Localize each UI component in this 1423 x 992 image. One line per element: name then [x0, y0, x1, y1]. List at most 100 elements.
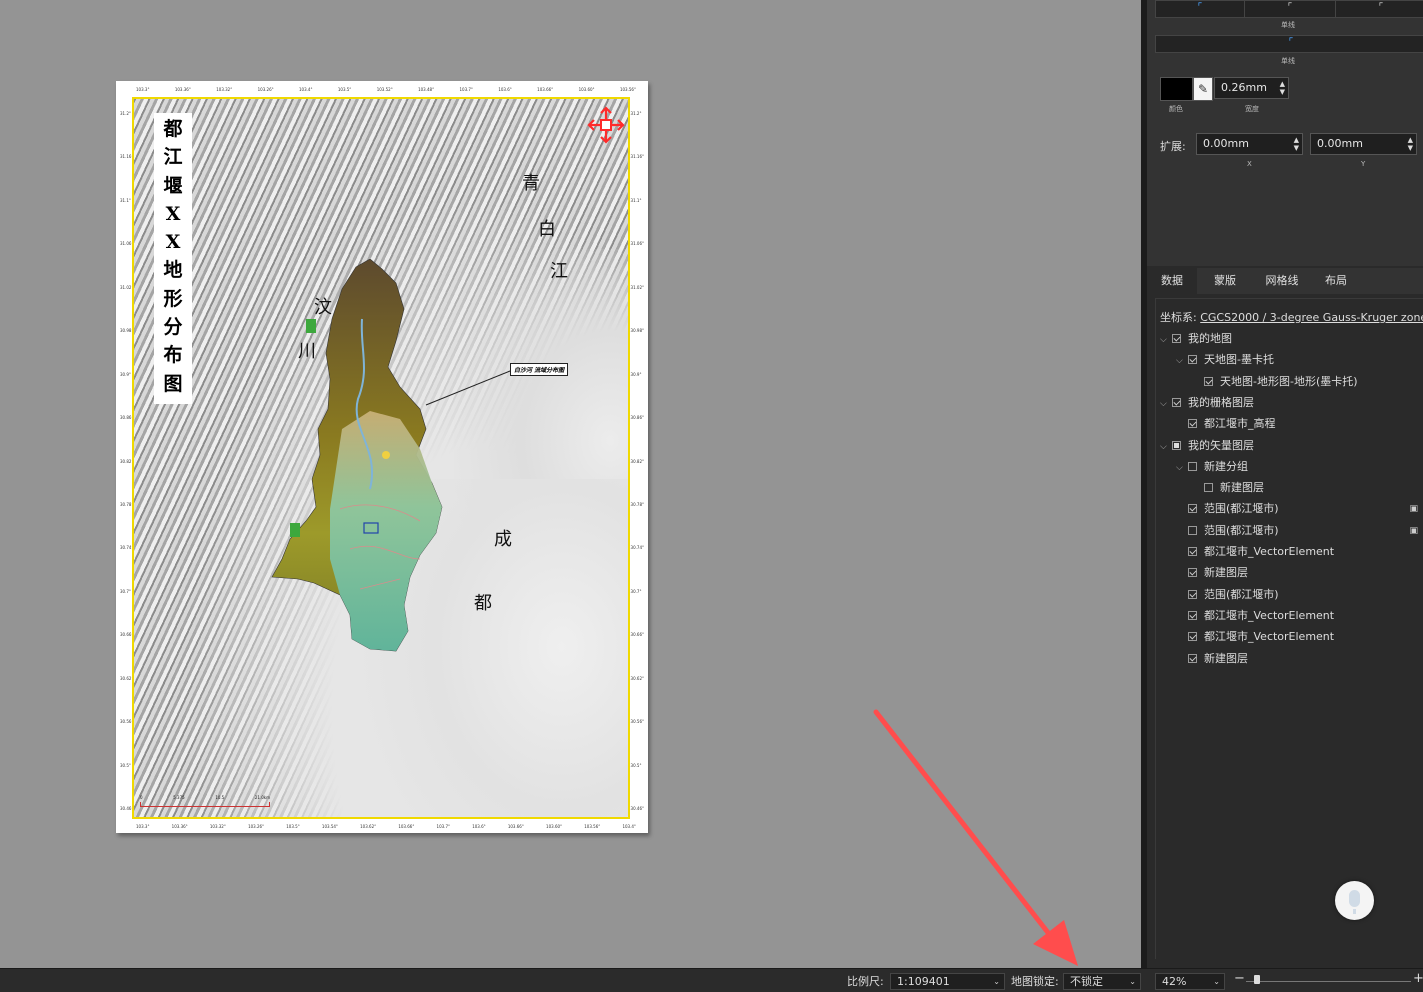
coordinate-tick: 103.3°	[136, 824, 150, 829]
layer-visibility-checkbox[interactable]	[1188, 632, 1197, 642]
layer-tree-item[interactable]: ⌵ 我的矢量图层	[1160, 436, 1423, 456]
layer-tree-item[interactable]: 新建图层	[1176, 649, 1423, 669]
chevron-down-icon[interactable]: ⌵	[1160, 330, 1172, 350]
title-char: X	[165, 202, 181, 225]
layer-tree-item[interactable]: 都江堰市_VectorElement	[1176, 606, 1423, 626]
extend-x-input[interactable]: 0.00mm ▲ ▼	[1196, 133, 1303, 155]
zoom-select[interactable]: 42% ⌄	[1155, 973, 1225, 990]
chevron-down-icon[interactable]: ⌵	[1160, 394, 1172, 414]
layer-tree-item[interactable]: 都江堰市_VectorElement	[1176, 542, 1423, 562]
coordinate-tick: 103.3°	[136, 87, 150, 92]
coordinate-tick: 103.66°	[398, 824, 415, 829]
layer-tree-item[interactable]: ⌵ 我的栅格图层	[1160, 393, 1423, 413]
layer-visibility-checkbox[interactable]	[1188, 653, 1197, 663]
map-title[interactable]: 都江堰XX地形分布图	[154, 113, 192, 404]
line-style-double-option[interactable]: ⌜	[1245, 1, 1336, 17]
coordinate-tick: 103.62°	[360, 824, 377, 829]
coordinate-tick: 103.60°	[578, 87, 595, 92]
coordinate-tick: 103.26°	[257, 87, 274, 92]
eyedropper-icon[interactable]: ✎	[1193, 77, 1213, 101]
zoom-out-button[interactable]: −	[1234, 971, 1245, 986]
extend-y-input[interactable]: 0.00mm ▲ ▼	[1310, 133, 1417, 155]
layer-visibility-checkbox[interactable]	[1172, 440, 1181, 450]
label-wen: 汶	[314, 297, 332, 318]
layer-tree-item[interactable]: 范围(都江堰市) ▣	[1176, 499, 1423, 519]
spinner-arrows-icon[interactable]: ▲ ▼	[1408, 136, 1413, 152]
coordinate-tick: 31.02°	[630, 284, 644, 290]
layer-tree-item[interactable]: 范围(都江堰市)	[1176, 585, 1423, 605]
coordinate-tick: 30.7°	[630, 588, 642, 594]
layer-visibility-checkbox[interactable]	[1188, 525, 1197, 535]
layer-visibility-checkbox[interactable]	[1204, 483, 1213, 493]
stroke-color-swatch[interactable]	[1160, 77, 1193, 101]
spinner-arrows-icon[interactable]: ▲ ▼	[1294, 136, 1299, 152]
chevron-down-icon[interactable]: ⌄	[993, 974, 1000, 989]
tab-grid[interactable]: 网格线	[1253, 268, 1311, 294]
line-style-single-option[interactable]: ⌜	[1156, 1, 1245, 17]
layer-visibility-checkbox[interactable]	[1204, 376, 1213, 386]
microphone-button[interactable]	[1335, 881, 1374, 920]
map-canvas[interactable]: 103.3° 103.36° 103.32° 103.26° 103.4° 103.5° 1…	[0, 0, 1141, 968]
move-handle-icon[interactable]	[586, 105, 626, 145]
lock-icon[interactable]: ▣	[1409, 499, 1418, 519]
layout-page[interactable]: 103.3° 103.36° 103.32° 103.26° 103.4° 103.5° 1…	[116, 81, 648, 833]
map-annotation[interactable]: 白沙河 流域分布图	[510, 363, 569, 376]
chevron-down-icon[interactable]: ⌄	[1129, 974, 1136, 989]
coordinate-tick: 31.16°	[630, 154, 644, 160]
tab-mask[interactable]: 蒙版	[1201, 268, 1249, 294]
crs-value-link[interactable]: CGCS2000 / 3-degree Gauss-Kruger zone 35	[1200, 311, 1423, 324]
layer-visibility-checkbox[interactable]	[1188, 589, 1197, 599]
line-style-triple-option[interactable]: ⌜	[1336, 1, 1423, 17]
chevron-down-icon[interactable]: ⌵	[1160, 437, 1172, 457]
layer-visibility-checkbox[interactable]	[1188, 610, 1197, 620]
chevron-down-icon[interactable]: ⌵	[1176, 351, 1188, 371]
layer-visibility-checkbox[interactable]	[1188, 419, 1197, 429]
zoom-slider-thumb[interactable]	[1254, 975, 1260, 984]
layer-tree-item[interactable]: 天地图-地形图-地形(墨卡托)	[1192, 372, 1423, 392]
layer-visibility-checkbox[interactable]	[1172, 397, 1181, 407]
lock-icon[interactable]: ▣	[1409, 521, 1418, 541]
line-style-selector[interactable]: ⌜ ⌜ ⌜	[1155, 0, 1423, 18]
coordinate-tick: 30.86°	[630, 415, 644, 421]
map-lock-select[interactable]: 不锁定 ⌄	[1063, 973, 1141, 990]
scale-label: 21.0km	[254, 795, 270, 800]
coordinate-tick: 30.56°	[630, 719, 644, 725]
layer-tree-item[interactable]: ⌵ 天地图-墨卡托	[1176, 350, 1423, 370]
coordinate-tick: 30.98°	[630, 328, 644, 334]
layer-label: 新建图层	[1204, 651, 1248, 665]
coordinate-tick: 30.62°	[630, 675, 644, 681]
layer-visibility-checkbox[interactable]	[1188, 504, 1197, 514]
tab-data[interactable]: 数据	[1147, 268, 1197, 294]
zoom-slider[interactable]	[1246, 981, 1411, 982]
layer-visibility-checkbox[interactable]	[1188, 355, 1197, 365]
scale-bar[interactable]: 0 5.375 10.5 21.0km	[140, 795, 270, 809]
stroke-width-input[interactable]: 0.26mm ▲ ▼	[1214, 77, 1289, 99]
chevron-down-icon[interactable]: ⌄	[1213, 974, 1220, 989]
map-frame[interactable]: 白沙河 流域分布图 都江堰XX地形分布图 青 白 江 汶 川 成 都 0 5.3…	[132, 97, 630, 819]
right-coordinate-ticks: 31.2° 31.16° 31.1° 31.06° 31.02° 30.98° 30.9° 3…	[631, 111, 644, 811]
line-style-current[interactable]: ⌜	[1155, 35, 1423, 53]
line-label-1: 单线	[1281, 21, 1295, 29]
layer-visibility-checkbox[interactable]	[1172, 334, 1181, 343]
coordinate-system[interactable]: 坐标系: CGCS2000 / 3-degree Gauss-Kruger zo…	[1160, 309, 1423, 325]
layer-tree-item[interactable]: ⌵ 新建分组	[1176, 457, 1423, 477]
layer-visibility-checkbox[interactable]	[1188, 461, 1197, 471]
layer-tree-item[interactable]: 都江堰市_高程	[1176, 414, 1423, 434]
annotation-leader-line	[425, 370, 511, 406]
layer-tree-item[interactable]: 范围(都江堰市) ▣	[1176, 521, 1423, 541]
title-char: 形	[163, 287, 183, 310]
chevron-down-icon[interactable]: ⌵	[1176, 458, 1188, 478]
layer-visibility-checkbox[interactable]	[1188, 568, 1197, 578]
y-label: Y	[1361, 160, 1366, 168]
zoom-in-button[interactable]: +	[1413, 971, 1423, 986]
dujiangyan-region[interactable]	[270, 259, 480, 679]
layer-tree-item[interactable]: 新建图层	[1192, 478, 1423, 498]
layer-tree-item[interactable]: ⌵ 我的地图	[1160, 329, 1423, 349]
scale-select[interactable]: 1:109401 ⌄	[890, 973, 1005, 990]
tab-layout[interactable]: 布局	[1313, 268, 1359, 294]
layer-visibility-checkbox[interactable]	[1188, 547, 1197, 556]
spinner-arrows-icon[interactable]: ▲ ▼	[1280, 80, 1285, 96]
coordinate-tick: 103.56°	[619, 87, 636, 92]
layer-tree-item[interactable]: 新建图层	[1176, 563, 1423, 583]
layer-tree-item[interactable]: 都江堰市_VectorElement	[1176, 627, 1423, 647]
